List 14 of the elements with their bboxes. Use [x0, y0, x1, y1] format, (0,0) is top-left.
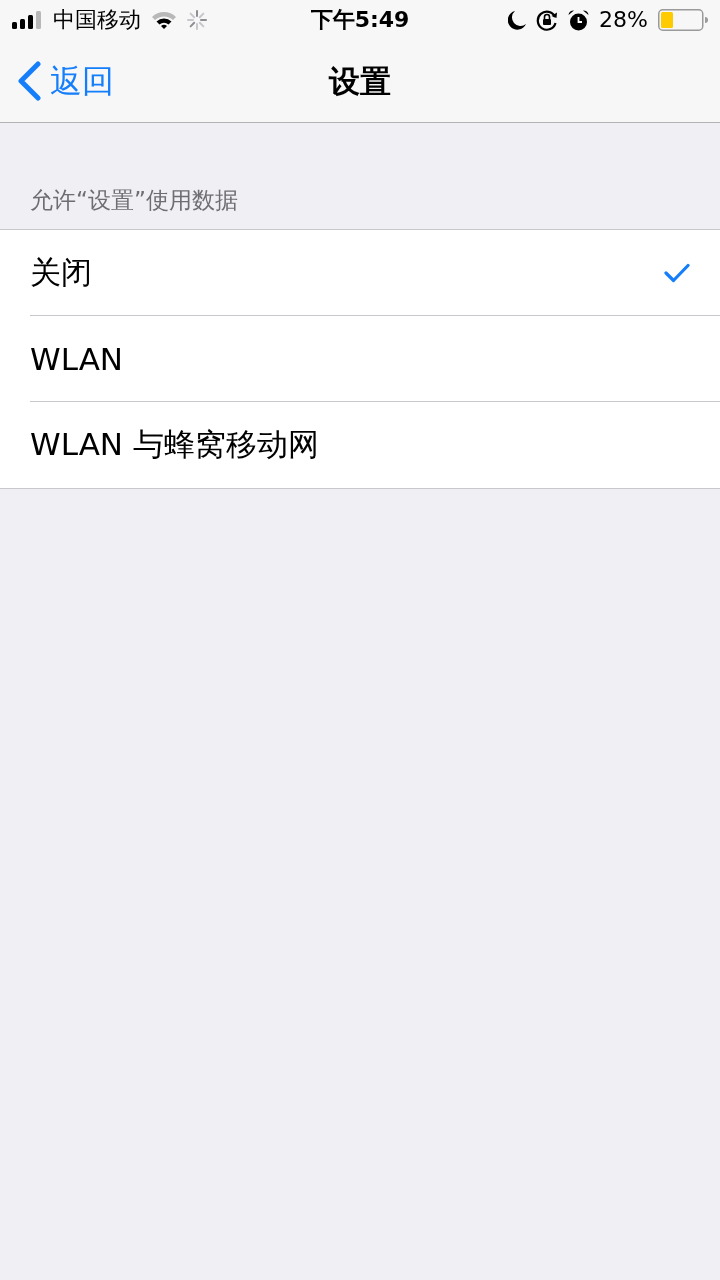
signal-icon — [12, 11, 43, 29]
section-header: 允许“设置”使用数据 — [30, 186, 238, 215]
alarm-clock-icon — [568, 9, 590, 31]
spinner-icon — [187, 10, 207, 30]
chevron-left-icon — [16, 61, 42, 101]
carrier-name: 中国移动 — [53, 7, 141, 33]
battery-percentage: 28% — [599, 7, 648, 33]
wifi-icon — [151, 11, 177, 29]
page-title: 设置 — [329, 62, 391, 101]
moon-icon — [508, 10, 527, 30]
back-button[interactable]: 返回 — [0, 61, 114, 101]
rotation-lock-icon — [536, 9, 559, 31]
status-time: 下午5:49 — [310, 7, 410, 32]
battery-icon — [658, 9, 708, 31]
